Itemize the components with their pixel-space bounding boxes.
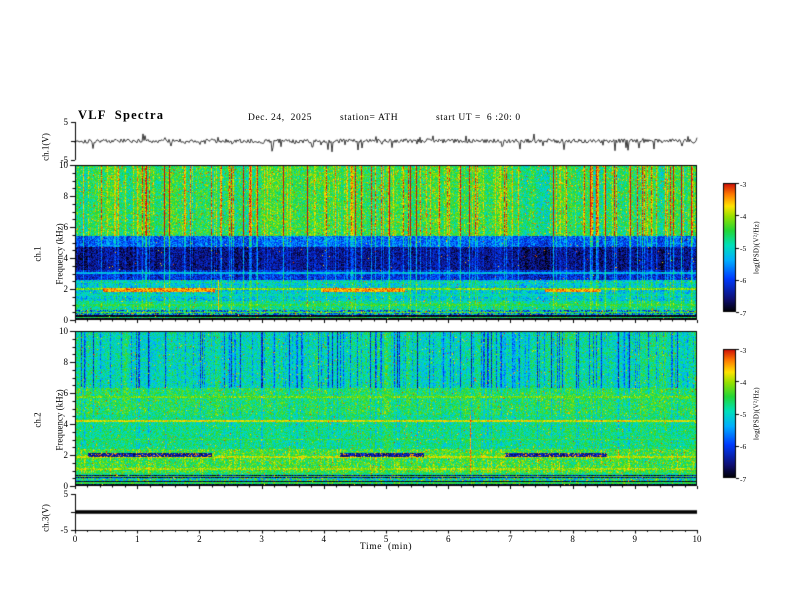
colorbar2-tick--4: -4 — [740, 377, 747, 387]
wave1-volt-tick-5: 5 — [63, 116, 69, 127]
plot-title: VLF Spectra — [78, 108, 165, 122]
time-tick-2: 2 — [197, 533, 202, 544]
spec1-freq-tick-8: 8 — [63, 190, 69, 201]
time-tick-8: 8 — [570, 533, 575, 544]
spec2-freq-tick-6: 6 — [63, 387, 69, 398]
wave3-volt-tick-5: 5 — [63, 488, 69, 499]
colorbar1-tick--7: -7 — [740, 308, 747, 318]
colorbar2-tick--7: -7 — [740, 474, 747, 484]
time-tick-3: 3 — [259, 533, 264, 544]
time-tick-7: 7 — [508, 533, 513, 544]
vlf-spectra-figure: VLF Spectra Dec. 24, 2025 station= ATH s… — [0, 0, 792, 612]
spec2-freq-tick-4: 4 — [63, 418, 69, 429]
plot-canvas — [0, 0, 792, 612]
time-tick-10: 10 — [692, 533, 702, 544]
plot-date: Dec. 24, 2025 — [248, 113, 313, 123]
colorbar1-tick--3: -3 — [740, 179, 747, 189]
time-tick-5: 5 — [383, 533, 389, 544]
spec1-freq-tick-6: 6 — [63, 221, 69, 232]
time-tick-6: 6 — [445, 533, 451, 544]
spec1-freq-tick-4: 4 — [63, 252, 69, 263]
wave1-volt-tick--5: -5 — [60, 154, 69, 165]
time-tick-0: 0 — [72, 533, 78, 544]
colorbar2-tick--3: -3 — [740, 345, 747, 355]
colorbar1-tick--6: -6 — [740, 276, 747, 286]
spec2-freq-tick-10: 10 — [59, 325, 68, 336]
spec2-freq-tick-8: 8 — [63, 356, 69, 367]
spec1-freq-tick-2: 2 — [63, 283, 69, 294]
ch1-axis-channel: ch.1 — [32, 246, 43, 262]
plot-start-ut: start UT = 6 :20: 0 — [436, 113, 521, 123]
colorbar1-tick--5: -5 — [740, 244, 747, 253]
time-tick-9: 9 — [632, 533, 638, 544]
colorbar2-tick--6: -6 — [740, 442, 747, 452]
time-tick-1: 1 — [134, 533, 140, 544]
colorbar1-tick--4: -4 — [740, 211, 747, 221]
plot-station: station= ATH — [340, 113, 399, 123]
colorbar2-tick--5: -5 — [740, 410, 747, 419]
spec1-freq-tick-0: 0 — [63, 314, 69, 325]
spec2-freq-tick-2: 2 — [63, 449, 69, 460]
time-tick-4: 4 — [321, 533, 327, 544]
